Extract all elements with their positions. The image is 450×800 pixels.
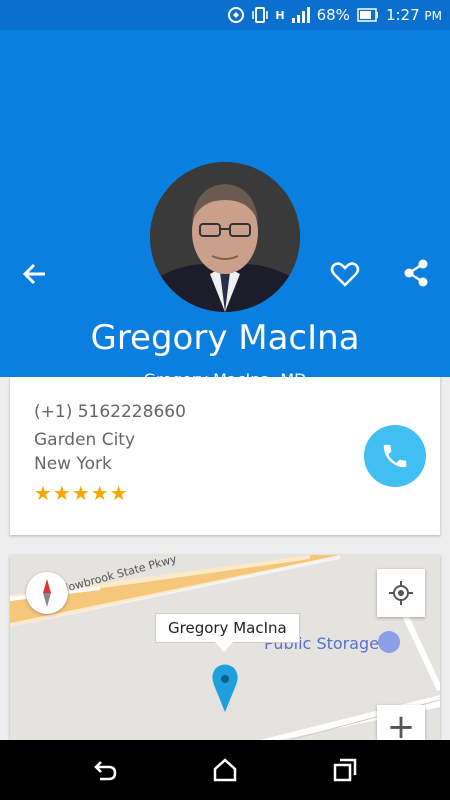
nfc-icon xyxy=(228,7,245,23)
status-bar: H 68% 1:27 PM xyxy=(0,0,450,30)
network-type-label: H xyxy=(275,8,285,22)
recents-nav-icon[interactable] xyxy=(332,757,358,783)
phone-number[interactable]: (+1) 5162228660 xyxy=(34,402,186,422)
battery-percent: 68% xyxy=(316,6,350,24)
status-icons: H 68% 1:27 PM xyxy=(227,0,442,30)
marker-info-window[interactable]: Gregory MacIna xyxy=(155,613,300,643)
state: New York xyxy=(34,454,112,474)
battery-icon xyxy=(357,8,378,22)
info-window-arrow xyxy=(215,642,233,652)
signal-icon xyxy=(291,7,310,23)
contact-card: (+1) 5162228660 Garden City New York ★★★… xyxy=(10,377,440,535)
my-location-icon[interactable] xyxy=(377,569,425,617)
avatar xyxy=(150,162,300,312)
profile-header: Gregory MacIna Gregory MacIna, MD xyxy=(0,30,450,389)
map-view[interactable]: Meadowbrook State Pkwy Public Storage Gr… xyxy=(10,555,440,740)
doctor-name: Gregory MacIna xyxy=(90,318,360,358)
rating-stars: ★★★★★ xyxy=(34,481,129,505)
phone-icon xyxy=(383,444,407,468)
compass-icon[interactable] xyxy=(26,572,68,614)
back-nav-icon[interactable] xyxy=(92,757,118,783)
avatar-photo xyxy=(150,162,300,312)
locate-crosshair xyxy=(389,581,413,605)
compass-needle xyxy=(43,579,51,607)
share-icon[interactable] xyxy=(401,258,431,288)
home-nav-icon[interactable] xyxy=(212,757,238,783)
zoom-in-button[interactable]: + xyxy=(377,705,425,740)
heart-icon[interactable] xyxy=(330,259,360,289)
clock: 1:27 PM xyxy=(385,6,442,24)
map-pin-icon[interactable] xyxy=(210,663,240,713)
shopping-bag-icon[interactable] xyxy=(378,631,400,653)
navigation-bar xyxy=(0,740,450,800)
vibrate-icon xyxy=(252,7,269,23)
call-button[interactable] xyxy=(364,425,426,487)
arrow-back-icon[interactable] xyxy=(20,259,50,289)
city: Garden City xyxy=(34,430,136,450)
